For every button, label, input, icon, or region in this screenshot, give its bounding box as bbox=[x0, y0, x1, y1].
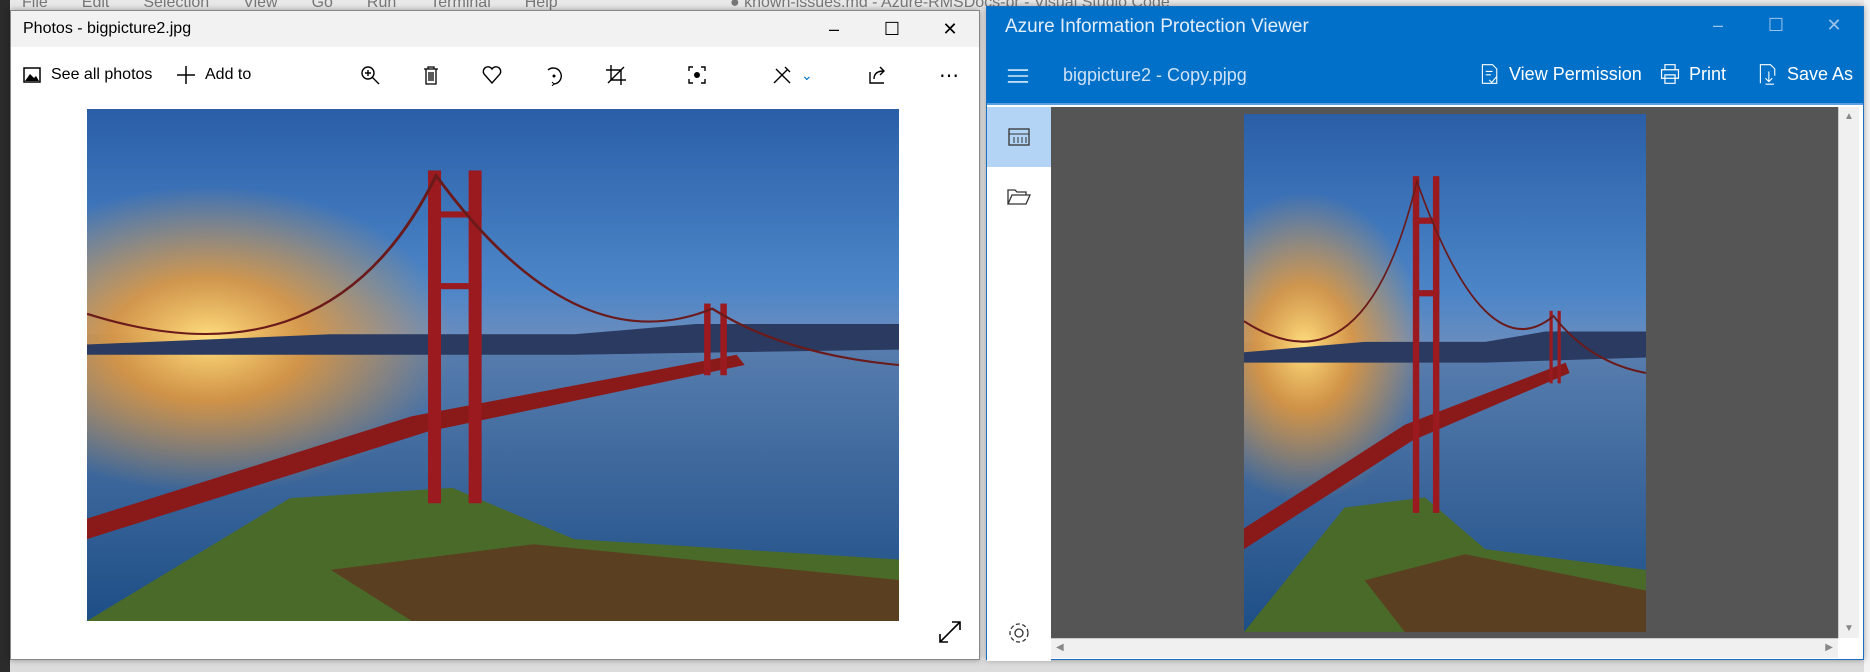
protected-image bbox=[1244, 114, 1646, 632]
minimize-button[interactable]: – bbox=[805, 11, 863, 47]
enhance-icon bbox=[688, 66, 706, 84]
expand-icon bbox=[939, 621, 961, 643]
document-permission-icon bbox=[1481, 64, 1498, 84]
fullscreen-button[interactable] bbox=[937, 619, 963, 650]
favorite-button[interactable] bbox=[481, 64, 503, 86]
window-controls: – ☐ ✕ bbox=[805, 11, 979, 47]
save-as-button[interactable]: Save As bbox=[1757, 63, 1853, 85]
aip-viewer-window: Azure Information Protection Viewer – ☐ … bbox=[986, 6, 1864, 661]
see-all-photos-button[interactable]: See all photos bbox=[21, 64, 152, 86]
folder-open-icon bbox=[1007, 189, 1031, 205]
add-to-label: Add to bbox=[205, 66, 252, 83]
hamburger-icon bbox=[1007, 69, 1029, 83]
photos-window: Photos - bigpicture2.jpg – ☐ ✕ See all p… bbox=[10, 10, 980, 660]
more-icon: ⋯ bbox=[939, 64, 959, 87]
vertical-scrollbar[interactable]: ▲ ▼ bbox=[1838, 107, 1859, 638]
delete-button[interactable] bbox=[420, 64, 442, 86]
printer-icon bbox=[1660, 64, 1680, 84]
aip-window-controls: – ☐ ✕ bbox=[1689, 7, 1863, 43]
hamburger-menu-button[interactable] bbox=[1007, 65, 1029, 87]
photo-image bbox=[87, 109, 899, 621]
print-button[interactable]: Print bbox=[1659, 63, 1726, 85]
more-button[interactable]: ⋯ bbox=[939, 63, 959, 88]
close-button[interactable]: ✕ bbox=[921, 11, 979, 47]
scroll-left-arrow-icon[interactable]: ◀ bbox=[1056, 642, 1064, 653]
view-permission-label: View Permission bbox=[1509, 63, 1642, 84]
photos-toolbar: See all photos Add to ⌄ ⋯ bbox=[11, 47, 979, 103]
save-as-label: Save As bbox=[1787, 63, 1854, 84]
save-document-icon bbox=[1759, 64, 1776, 85]
aip-side-rail bbox=[987, 107, 1051, 661]
favorite-heart-icon bbox=[482, 66, 502, 85]
share-icon bbox=[869, 66, 885, 84]
scroll-up-arrow-icon[interactable]: ▲ bbox=[1844, 111, 1854, 122]
vscode-minimap bbox=[1864, 0, 1870, 672]
horizontal-scrollbar[interactable]: ◀ ▶ bbox=[1051, 638, 1838, 658]
scroll-down-arrow-icon[interactable]: ▼ bbox=[1844, 623, 1854, 634]
chevron-down-icon[interactable]: ⌄ bbox=[801, 67, 813, 84]
aip-minimize-button[interactable]: – bbox=[1689, 7, 1747, 43]
rotate-icon bbox=[547, 67, 562, 86]
gear-icon bbox=[1009, 623, 1029, 643]
see-all-photos-label: See all photos bbox=[51, 66, 153, 83]
document-viewer bbox=[1051, 107, 1838, 638]
enhance-button[interactable] bbox=[686, 64, 708, 86]
settings-button[interactable] bbox=[1007, 621, 1031, 650]
aip-toolbar: bigpicture2 - Copy.pjpg View Permission … bbox=[987, 47, 1863, 105]
crop-icon bbox=[606, 65, 626, 85]
viewer-grid-icon bbox=[1008, 128, 1030, 146]
edit-draw-button[interactable]: ⌄ bbox=[771, 64, 813, 86]
photo-icon bbox=[23, 67, 41, 83]
aip-title: Azure Information Protection Viewer bbox=[1005, 16, 1309, 37]
aip-maximize-button[interactable]: ☐ bbox=[1747, 7, 1805, 43]
aip-file-name: bigpicture2 - Copy.pjpg bbox=[1063, 65, 1247, 85]
rail-item-view[interactable] bbox=[987, 107, 1051, 167]
maximize-button[interactable]: ☐ bbox=[863, 11, 921, 47]
crop-button[interactable] bbox=[605, 64, 627, 86]
vscode-activity-bar bbox=[0, 0, 10, 672]
rail-item-open[interactable] bbox=[987, 167, 1051, 227]
delete-icon bbox=[424, 66, 438, 85]
zoom-in-button[interactable] bbox=[359, 64, 381, 86]
aip-close-button[interactable]: ✕ bbox=[1805, 7, 1863, 43]
scroll-right-arrow-icon[interactable]: ▶ bbox=[1825, 642, 1833, 653]
edit-draw-icon bbox=[773, 66, 791, 84]
view-permission-button[interactable]: View Permission bbox=[1479, 63, 1642, 85]
photos-title: Photos - bigpicture2.jpg bbox=[23, 20, 192, 37]
plus-icon bbox=[177, 66, 195, 84]
vscode-bottom-panel bbox=[10, 660, 1864, 672]
print-label: Print bbox=[1689, 63, 1727, 84]
share-button[interactable] bbox=[866, 64, 888, 86]
add-to-button[interactable]: Add to bbox=[175, 64, 251, 86]
zoom-in-icon bbox=[361, 66, 380, 85]
rotate-button[interactable] bbox=[543, 64, 565, 86]
